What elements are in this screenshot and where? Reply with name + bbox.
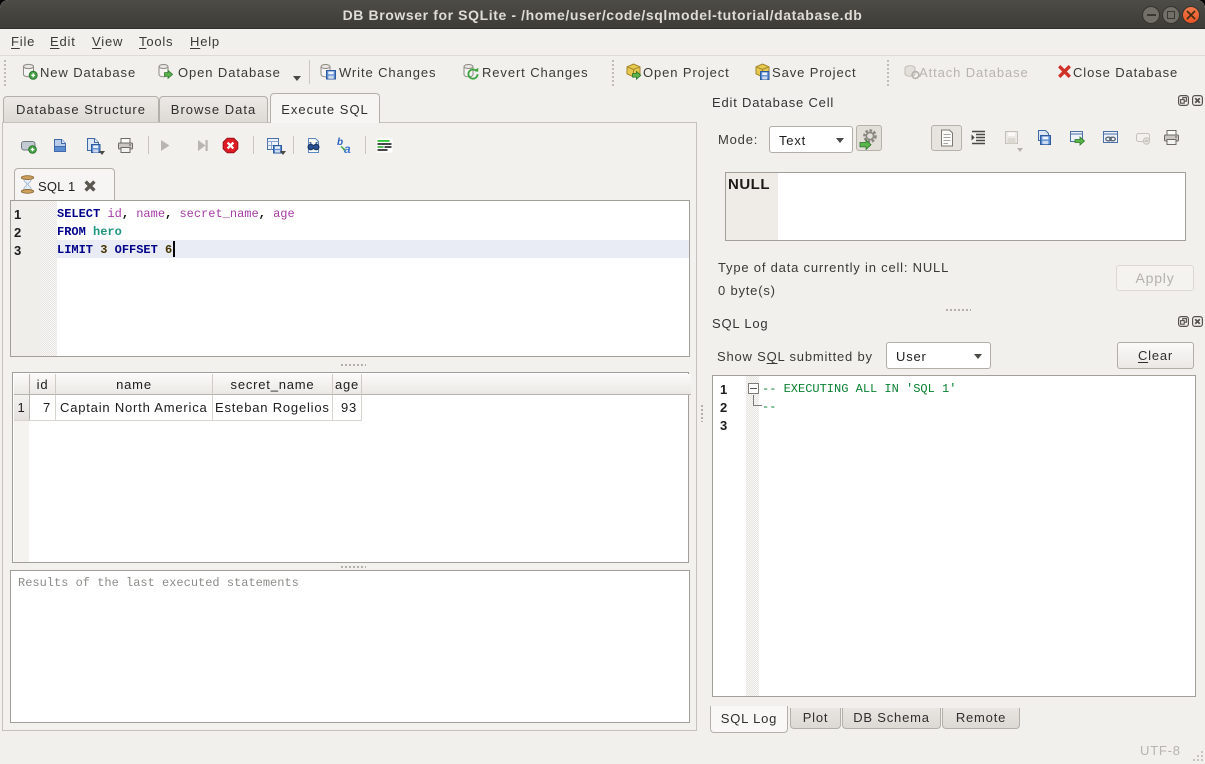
svg-text:a: a (344, 142, 351, 154)
svg-text:b: b (337, 137, 343, 148)
